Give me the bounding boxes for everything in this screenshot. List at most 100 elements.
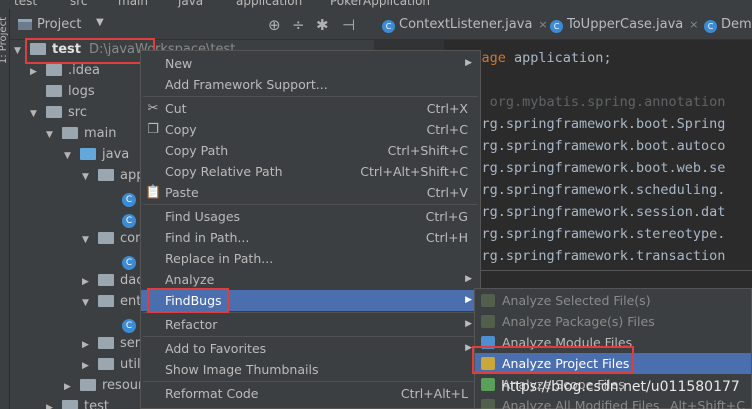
editor-tab-label: ToUpperCase.java [567,17,684,32]
breadcrumb-item[interactable]: src [70,0,88,8]
project-panel-title[interactable]: Project [37,17,81,32]
code-line[interactable]: port org.mybatis.spring.annotation [449,91,725,113]
project-tool-window-label[interactable]: 1: Project [0,17,9,64]
close-icon[interactable]: × [538,18,547,31]
tree-item[interactable]: C [106,186,140,207]
menu-item-copy[interactable]: ❐ Copy Ctrl+C [141,119,480,140]
menu-item-label: Copy Path [165,143,229,158]
folder-icon [46,106,62,118]
tree-item[interactable]: ▶ util [82,354,141,375]
menu-item-replace-in-path[interactable]: Replace in Path... [141,248,480,269]
java-class-icon: C [122,256,136,270]
menu-item-new[interactable]: New ▶ [141,53,480,74]
expand-arrow-icon[interactable]: ▼ [82,293,98,314]
menu-item-reformat-code[interactable]: Reformat Code Ctrl+Alt+L [141,383,480,404]
tree-item[interactable]: ▶ serv [82,333,148,354]
tree-item[interactable]: ▶ test [46,396,109,409]
collapse-all-icon[interactable]: ÷ [292,16,305,34]
tree-item[interactable]: logs [30,81,95,102]
collapse-arrow-icon[interactable]: ▶ [30,62,46,83]
submenu-arrow-icon: ▶ [465,295,472,305]
context-menu: New ▶ Add Framework Support... ✂ Cut Ctrl+X ❐ C… [140,50,481,409]
menu-item-analyze[interactable]: Analyze ▶ [141,269,480,290]
editor-tab-label: Dem [721,17,752,32]
menu-item-paste[interactable]: 📋 Paste Ctrl+V [141,182,480,203]
menu-item-add-framework-support[interactable]: Add Framework Support... [141,74,480,95]
findbugs-icon [481,315,495,328]
tool-window-strip[interactable]: 1: Project [0,9,10,409]
menu-item-shortcut: Ctrl+Shift+C [387,143,468,158]
chevron-down-icon[interactable]: ▼ [96,17,104,28]
menu-item-copy-path[interactable]: Copy Path Ctrl+Shift+C [141,140,480,161]
folder-icon [80,379,96,391]
breadcrumb-item[interactable]: test [14,0,37,8]
clipboard-icon: 📋 [145,185,162,200]
code-line[interactable]: rt org.springframework.session.dat [449,201,725,223]
collapse-arrow-icon[interactable]: ▶ [82,272,98,293]
expand-arrow-icon[interactable]: ▼ [46,125,62,146]
tree-item[interactable]: ▼ con [82,228,143,249]
menu-item-label: New [165,56,193,71]
breadcrumb-item[interactable]: java [178,0,203,8]
code-line[interactable]: rt org.springframework.boot.Spring [449,113,725,135]
tree-item[interactable]: ▼ src [30,102,87,123]
tree-item[interactable]: C [106,249,140,270]
collapse-arrow-icon[interactable]: ▶ [64,377,80,398]
expand-arrow-icon[interactable]: ▼ [30,104,46,125]
editor-tab[interactable]: C ContextListener.java × [382,9,548,40]
tree-item[interactable]: ▶ dac [82,270,143,291]
collapse-arrow-icon[interactable]: ▶ [46,398,62,409]
menu-item-find-usages[interactable]: Find Usages Ctrl+G [141,206,480,227]
submenu-item-analyze-selected-file-s[interactable]: Analyze Selected File(s) [475,290,751,311]
submenu-item-analyze-all-modified-files[interactable]: Analyze All Modified Files Alt+Shift+C [475,395,751,409]
code-line[interactable]: rt org.springframework.boot.autoco [449,135,725,157]
tree-item[interactable]: C [106,207,140,228]
menu-item-refactor[interactable]: Refactor ▶ [141,314,480,335]
expand-arrow-icon[interactable]: ▼ [82,167,98,188]
hide-panel-icon[interactable]: ⊣ [342,16,355,34]
tree-item[interactable]: ▶ resour [64,375,143,396]
close-icon[interactable]: × [689,18,698,31]
editor-tab-label: ContextListener.java [399,17,533,32]
tree-item[interactable]: ▼ main [46,123,116,144]
folder-icon [98,358,114,370]
menu-item-cut[interactable]: ✂ Cut Ctrl+X [141,98,480,119]
breadcrumb-item[interactable]: PokerApplication [330,0,430,8]
tree-item[interactable]: ▼ enti [82,291,145,312]
menu-item-label: Reformat Code [165,386,259,401]
breadcrumb-item[interactable]: main [118,0,148,8]
code-text: org.springframework.transaction [465,248,726,264]
folder-icon [98,274,114,286]
collapse-arrow-icon[interactable]: ▶ [82,335,98,356]
watermark: https://blog.csdn.net/u011580177 [501,379,740,395]
menu-item-find-in-path[interactable]: Find in Path... Ctrl+H [141,227,480,248]
expand-arrow-icon[interactable]: ▼ [82,230,98,251]
menu-item-label: Analyze [165,272,215,287]
tree-item[interactable]: ▼ app [82,165,144,186]
code-line[interactable]: rt org.springframework.scheduling. [449,179,725,201]
submenu-arrow-icon: ▶ [465,274,472,284]
menu-item-show-image-thumbnails[interactable]: Show Image Thumbnails [141,359,480,380]
menu-item-copy-relative-path[interactable]: Copy Relative Path Ctrl+Alt+Shift+C [141,161,480,182]
collapse-arrow-icon[interactable]: ▶ [82,356,98,377]
menu-separator [143,96,478,97]
gear-icon[interactable]: ✱ [316,16,329,34]
findbugs-icon [481,399,495,409]
editor-tab[interactable]: C Dem [704,9,752,40]
expand-arrow-icon[interactable]: ▼ [64,146,80,167]
editor-tab[interactable]: C ToUpperCase.java × [550,9,698,40]
code-line[interactable]: rt org.springframework.transaction [449,245,725,267]
menu-item-shortcut: Ctrl+H [425,230,468,245]
submenu-item-analyze-package-s-files[interactable]: Analyze Package(s) Files [475,311,751,332]
breadcrumb-item[interactable]: application [236,0,302,8]
code-line[interactable]: rt org.springframework.stereotype. [449,223,725,245]
menu-item-add-to-favorites[interactable]: Add to Favorites ▶ [141,338,480,359]
code-line[interactable]: rt org.springframework.boot.web.se [449,157,725,179]
submenu-arrow-icon: ▶ [465,319,472,329]
locate-file-icon[interactable]: ⊕ [268,16,281,34]
findbugs-icon [481,378,495,391]
tree-item[interactable]: C [106,312,140,333]
tree-item[interactable]: ▼ java [64,144,129,165]
menu-item-label: Refactor [165,317,218,332]
tree-item-label: util [120,357,141,372]
